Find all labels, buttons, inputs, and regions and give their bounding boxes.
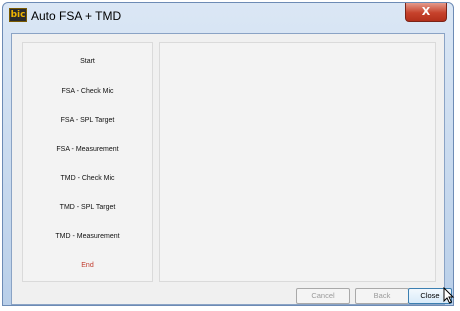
back-button[interactable]: Back [355,288,409,304]
mouse-pointer-icon [443,287,455,304]
dialog-window: bic Auto FSA + TMD X Start FSA - Check M… [2,2,454,306]
step-fsa-measurement: FSA - Measurement [56,146,119,153]
step-start: Start [80,58,95,65]
title-bar[interactable]: bic Auto FSA + TMD X [3,3,453,29]
step-tmd-spl-target: TMD - SPL Target [59,204,116,211]
app-icon: bic [9,8,27,22]
cancel-button[interactable]: Cancel [296,288,350,304]
step-end: End [81,262,94,269]
step-fsa-check-mic: FSA - Check Mic [61,88,114,95]
step-tmd-measurement: TMD - Measurement [55,233,120,240]
step-tmd-check-mic: TMD - Check Mic [60,175,115,182]
content-panel [159,42,436,282]
steps-panel: Start FSA - Check Mic FSA - SPL Target F… [22,42,153,282]
dialog-client-area: Start FSA - Check Mic FSA - SPL Target F… [11,33,452,305]
step-fsa-spl-target: FSA - SPL Target [60,117,115,124]
window-close-button[interactable]: X [405,3,447,22]
window-title: Auto FSA + TMD [31,9,122,23]
